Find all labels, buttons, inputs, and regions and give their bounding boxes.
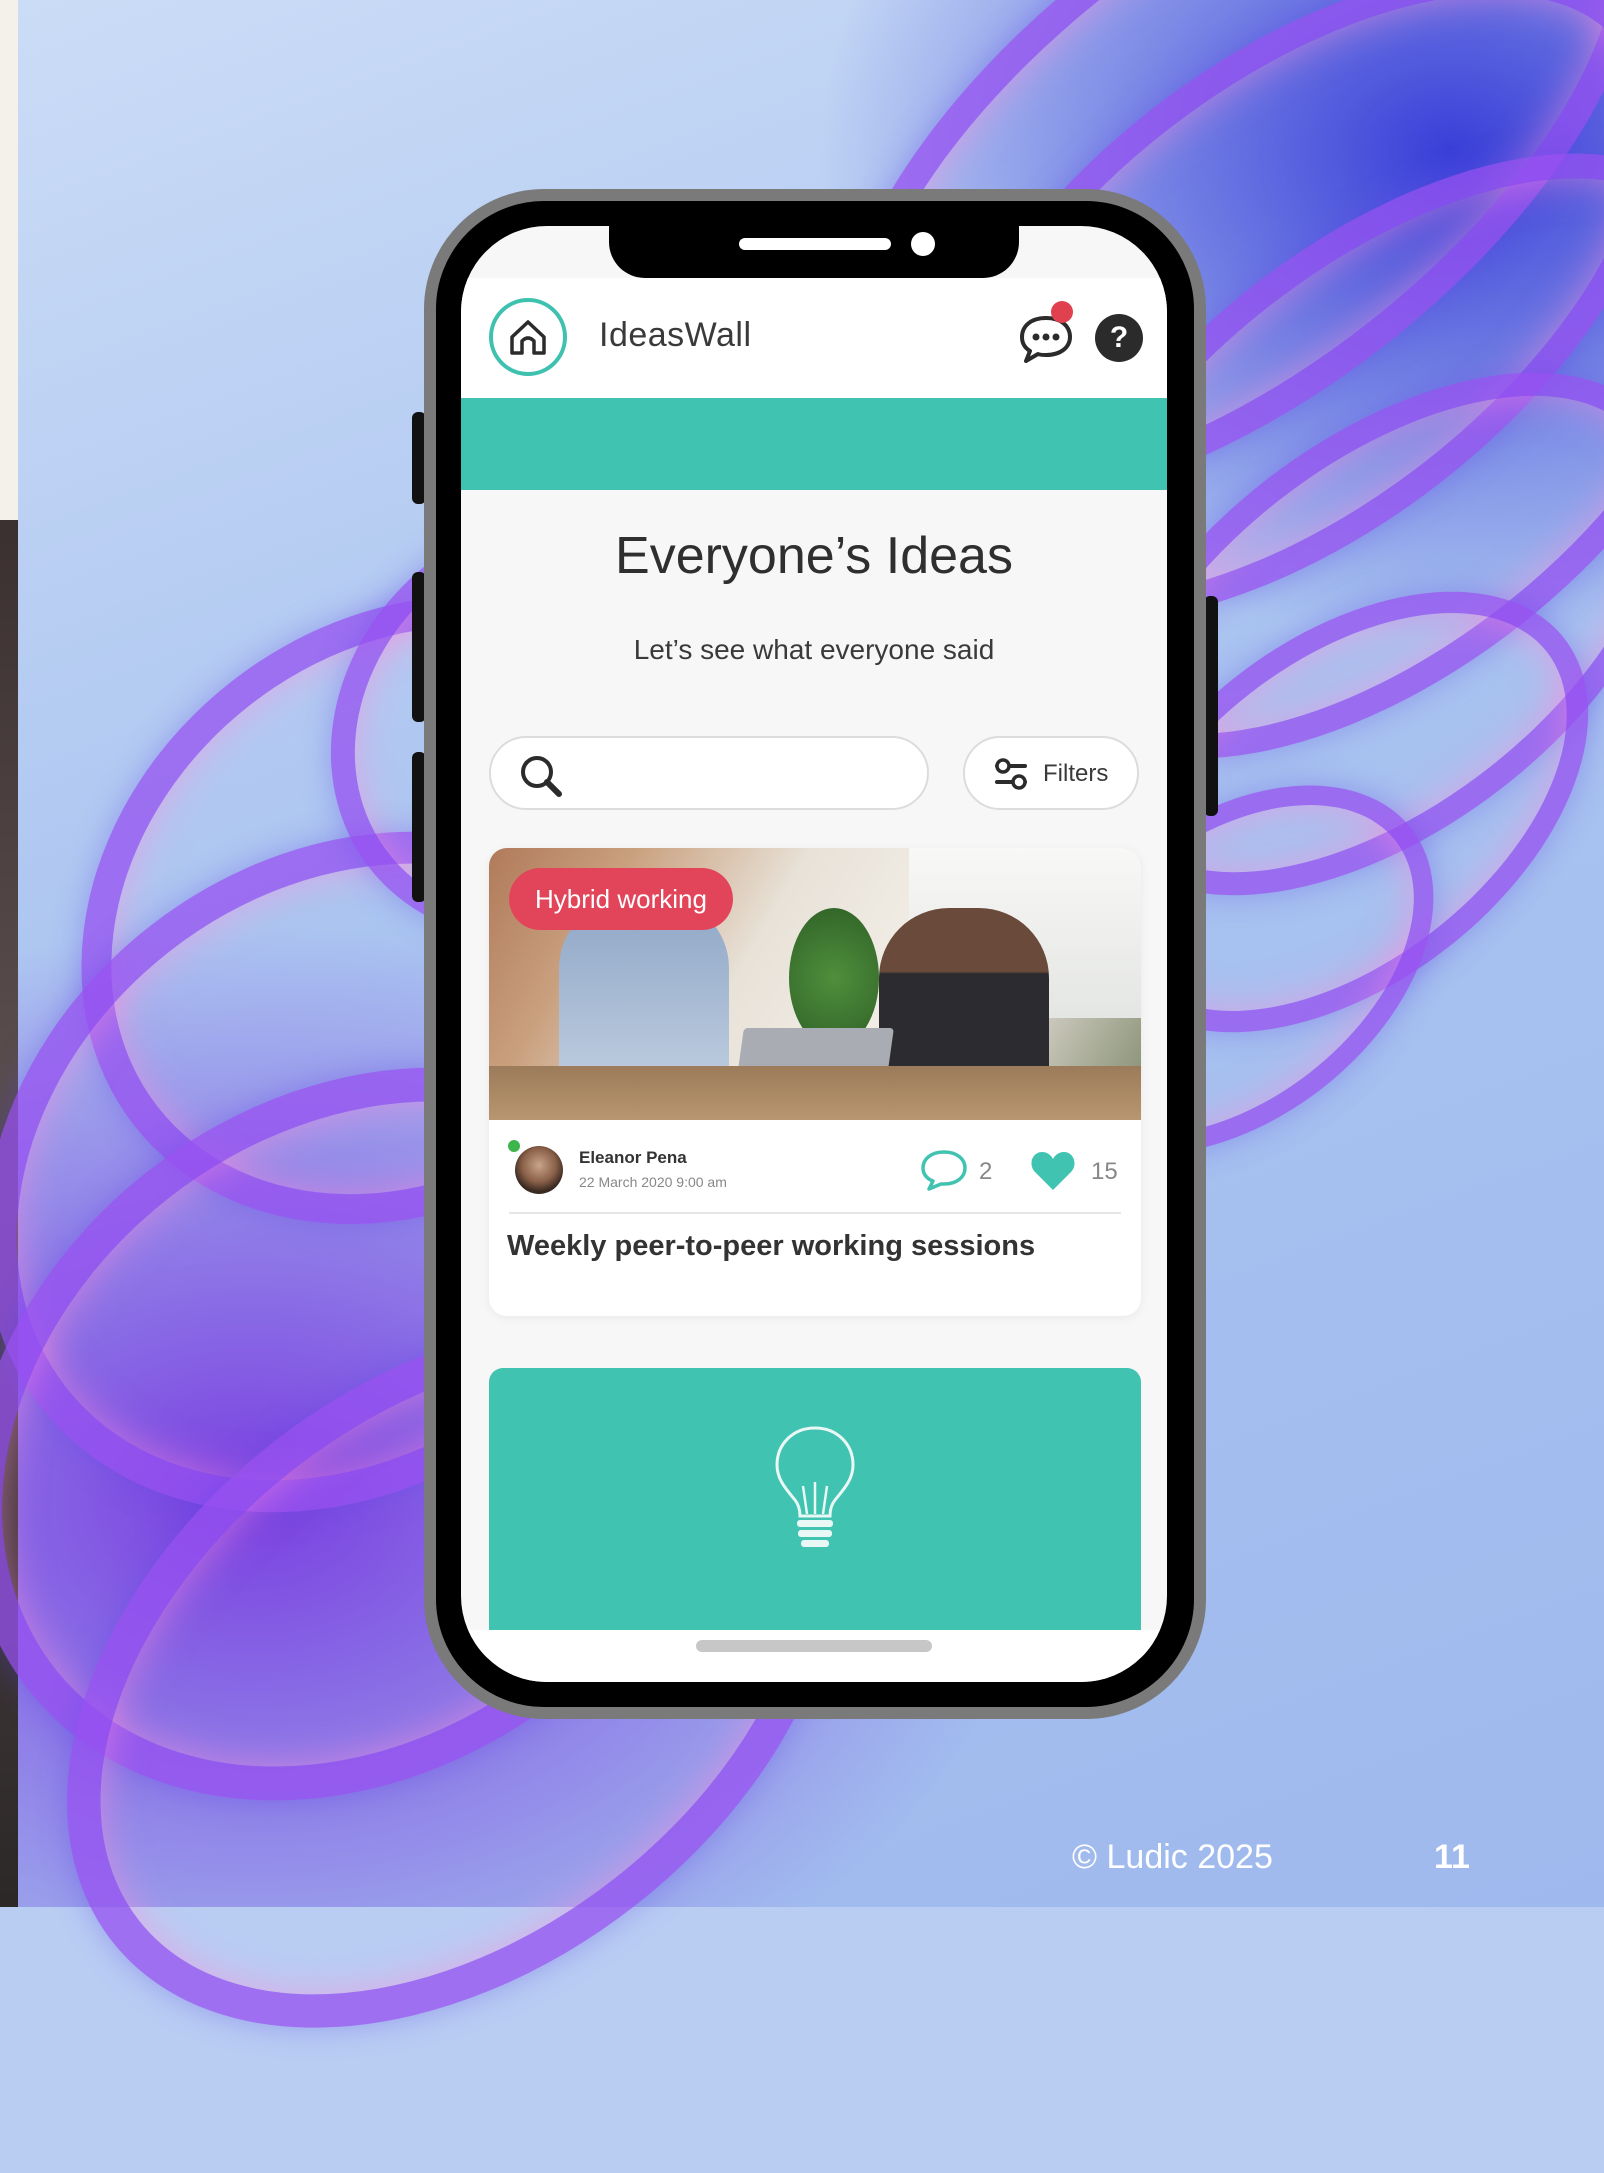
home-button[interactable] xyxy=(489,298,567,376)
screen-bottom-bar xyxy=(461,1630,1167,1682)
search-input[interactable] xyxy=(489,736,929,810)
online-status-dot xyxy=(508,1140,520,1152)
idea-card[interactable]: Hybrid working Eleanor Pena 22 March 202… xyxy=(489,848,1141,1316)
filters-icon xyxy=(995,758,1027,790)
left-edge-strip xyxy=(0,0,18,520)
home-indicator[interactable] xyxy=(696,1640,932,1652)
home-icon xyxy=(510,320,546,355)
search-icon xyxy=(521,756,562,797)
category-tag[interactable]: Hybrid working xyxy=(509,868,733,930)
card-divider xyxy=(509,1212,1121,1214)
idea-title[interactable]: Weekly peer-to-peer working sessions xyxy=(507,1230,1035,1263)
page-title: Everyone’s Ideas xyxy=(615,527,1013,585)
page-subtitle: Let’s see what everyone said xyxy=(633,634,995,665)
phone-power-button xyxy=(1204,596,1218,816)
lightbulb-icon xyxy=(775,1426,855,1547)
phone-screen: IdeasWall ? Everyone’s Ideas Let’s see w… xyxy=(461,226,1167,1682)
like-count: 15 xyxy=(1091,1158,1118,1185)
idea-card-placeholder[interactable] xyxy=(489,1368,1141,1630)
notification-badge xyxy=(1051,301,1073,323)
phone-camera xyxy=(911,232,935,256)
post-date: 22 March 2020 9:00 am xyxy=(579,1174,727,1190)
comment-count: 2 xyxy=(979,1158,993,1185)
filters-label: Filters xyxy=(1043,760,1109,787)
filters-button[interactable]: Filters xyxy=(963,736,1139,810)
slide-copyright: © Ludic 2025 xyxy=(1072,1838,1273,1876)
header-banner xyxy=(461,398,1167,490)
app-title: IdeasWall xyxy=(599,316,752,354)
avatar xyxy=(515,1146,563,1194)
slide-page-number: 11 xyxy=(1434,1838,1470,1876)
phone-speaker xyxy=(739,238,891,250)
phone-notch xyxy=(609,226,1019,278)
heart-icon[interactable] xyxy=(1029,1148,1077,1192)
comment-icon[interactable] xyxy=(919,1148,969,1192)
author-name: Eleanor Pena xyxy=(579,1148,687,1167)
help-button[interactable]: ? xyxy=(1095,314,1143,362)
app-header: IdeasWall ? xyxy=(461,278,1167,398)
